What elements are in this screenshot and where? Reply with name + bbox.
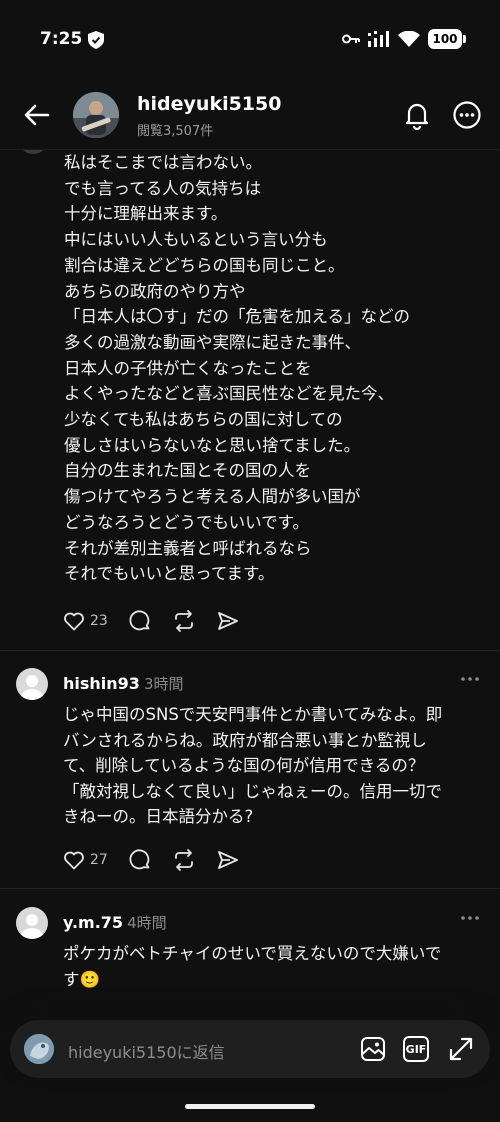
comment-username-text[interactable]: y.m.75 (63, 913, 123, 932)
more-icon[interactable] (460, 674, 480, 684)
comment-text: ポケカがベトチャイのせいで買えないので大嫌いで す🙂 (63, 941, 488, 992)
post-line: 「日本人は〇す」だの「危害を加える」などの (64, 307, 411, 327)
post-line: 傷つけてやろうと考える人間が多い国が (64, 487, 361, 507)
comment-time: 4時間 (127, 914, 167, 932)
comment-text: じゃ中国のSNSで天安門事件とか書いてみなよ。即 バンされるからね。政府が都合悪… (63, 702, 488, 830)
back-arrow-icon[interactable] (22, 100, 52, 130)
comment-line: バンされるからね。政府が都合悪い事とか監視し (63, 730, 427, 750)
comment-line: 「敵対視しなくて良い」じゃねぇーの。信用一切で (63, 781, 443, 801)
home-indicator[interactable] (185, 1104, 315, 1109)
repost-button[interactable] (172, 609, 196, 633)
like-button[interactable]: 23 (62, 609, 108, 633)
signal-icon (368, 31, 389, 47)
gif-label: GIF (405, 1042, 427, 1056)
expand-icon[interactable] (448, 1036, 474, 1062)
comment-time: 3時間 (143, 675, 184, 693)
post-line: あちらの政府のやり方や (64, 281, 246, 301)
comment-actions: 27 (62, 848, 260, 872)
status-time: 7:25 (40, 29, 83, 49)
reply-input[interactable]: hideyuki5150に返信 (68, 1039, 225, 1063)
view-count: 閲覧3,507件 (137, 124, 214, 139)
avatar-photo (73, 92, 119, 138)
like-count: 23 (90, 613, 108, 629)
comment-button[interactable] (128, 848, 152, 872)
share-icon (217, 851, 238, 869)
divider (0, 650, 500, 651)
comment-username[interactable]: y.m.75 4時間 (63, 912, 167, 933)
bell-icon[interactable] (402, 100, 432, 130)
post-line: 十分に理解出来ます。 (64, 204, 228, 224)
post-line: 日本人の子供が亡くなったことを (64, 358, 312, 378)
avatar[interactable] (73, 92, 119, 138)
comment-line: じゃ中国のSNSで天安門事件とか書いてみなよ。即 (63, 705, 443, 724)
post-line: よくやったなどと喜ぶ国民性などを見た今、 (64, 384, 394, 404)
comment-line: ポケカがベトチャイのせいで買えないので大嫌いで (63, 944, 442, 963)
post-line: でも言ってる人の気持ちは (64, 178, 262, 198)
thread-header: hideyuki5150 閲覧3,507件 (0, 80, 500, 150)
avatar-photo (24, 1034, 54, 1064)
heart-icon (64, 851, 84, 870)
more-icon[interactable] (452, 100, 482, 130)
share-button[interactable] (216, 848, 240, 872)
avatar[interactable] (16, 668, 48, 700)
post-line: 多くの過激な動画や実際に起きた事件、 (64, 332, 361, 352)
comment-icon (129, 849, 150, 870)
wifi-icon (398, 31, 420, 47)
post-line: 中にはいい人もいるという言い分も (64, 230, 328, 250)
like-button[interactable]: 27 (62, 848, 108, 872)
post-line: それが差別主義者と呼ばれるなら (64, 538, 312, 558)
comment-button[interactable] (128, 609, 152, 633)
post-line: 自分の生まれた国とその国の人を (64, 461, 312, 481)
post-text: 私はそこまでは言わない。 でも言ってる人の気持ちは 十分に理解出来ます。 中には… (64, 150, 484, 587)
comment-line: て、削除しているような国の何が信用できるの？ (63, 756, 425, 775)
shield-icon (88, 31, 104, 49)
status-bar: 7:25 100 (0, 0, 500, 80)
comment-icon (129, 610, 150, 631)
heart-icon (64, 612, 84, 631)
share-button[interactable] (216, 609, 240, 633)
comment-username[interactable]: hishin93 3時間 (63, 673, 183, 694)
post-line: どうなろうとどうでもいいです。 (64, 512, 310, 532)
comment-line: きねーの。日本語分かる? (63, 807, 254, 826)
reply-bar[interactable]: hideyuki5150に返信 GIF (10, 1020, 490, 1078)
post-actions: 23 (62, 609, 260, 633)
share-icon (217, 612, 238, 630)
post-line: それでもいいと思ってます。 (64, 564, 275, 584)
post-line: 私はそこまでは言わない。 (64, 153, 262, 172)
battery-icon: 100 (428, 29, 466, 49)
post-line: 少なくても私はあちらの国に対しての (64, 410, 343, 430)
avatar (24, 1034, 54, 1064)
comment-line: す🙂 (63, 969, 101, 989)
like-count: 27 (90, 852, 108, 868)
comment-username-text[interactable]: hishin93 (63, 674, 140, 693)
key-icon (342, 34, 360, 44)
page-title[interactable]: hideyuki5150 (137, 93, 281, 115)
post-line: 割合は違えどどちらの国も同じこと。 (64, 255, 345, 275)
more-icon[interactable] (460, 913, 480, 923)
repost-icon (174, 849, 193, 871)
repost-icon (174, 610, 193, 632)
post-line: 優しさはいらないなと思い捨てました。 (64, 435, 361, 455)
repost-button[interactable] (172, 848, 196, 872)
battery-level: 100 (432, 32, 458, 46)
gif-icon[interactable]: GIF (403, 1036, 429, 1062)
divider (0, 888, 500, 889)
image-icon[interactable] (360, 1036, 386, 1062)
avatar[interactable] (16, 907, 48, 939)
